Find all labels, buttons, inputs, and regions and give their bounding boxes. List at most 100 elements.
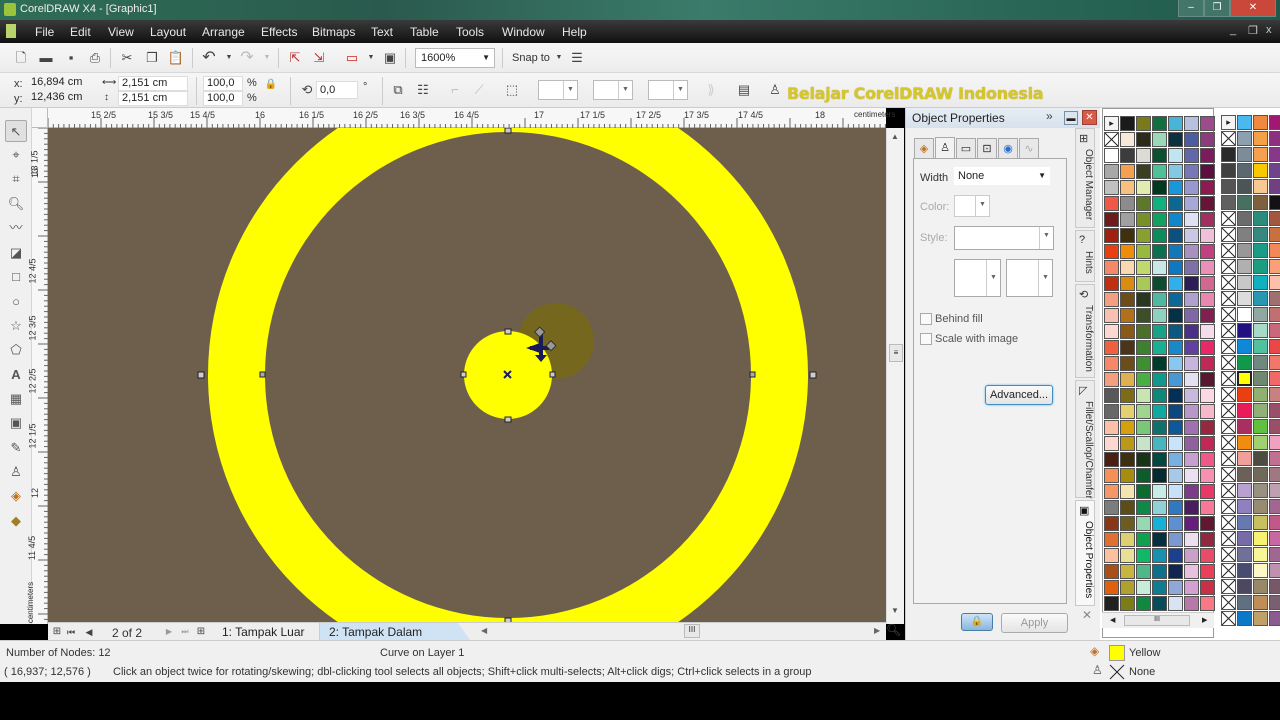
color-swatch[interactable] (1152, 116, 1167, 131)
menu-tools[interactable]: Tools (456, 25, 484, 39)
apply-button[interactable]: Apply (1001, 613, 1068, 633)
color-swatch[interactable] (1184, 420, 1199, 435)
color-swatch[interactable] (1200, 260, 1215, 275)
mirror-horizontal-icon[interactable]: ⧉ (389, 81, 407, 99)
color-swatch[interactable] (1184, 436, 1199, 451)
curve-tab[interactable]: ∿ (1019, 138, 1039, 159)
color-swatch[interactable] (1237, 451, 1252, 466)
menu-window[interactable]: Window (502, 25, 545, 39)
color-swatch[interactable] (1136, 276, 1151, 291)
wrap-text-icon[interactable]: ⟫ (702, 81, 720, 99)
color-swatch[interactable] (1120, 436, 1135, 451)
shape-tool-icon[interactable]: ⌖ (5, 144, 27, 166)
color-swatch[interactable] (1200, 228, 1215, 243)
color-swatch[interactable] (1253, 355, 1268, 370)
color-swatch[interactable] (1184, 340, 1199, 355)
color-swatch[interactable] (1104, 452, 1119, 467)
color-swatch[interactable] (1152, 452, 1167, 467)
color-swatch[interactable] (1104, 308, 1119, 323)
color-swatch[interactable] (1152, 596, 1167, 611)
cut-icon[interactable]: ✂ (118, 49, 136, 67)
color-swatch[interactable] (1237, 419, 1252, 434)
menu-table[interactable]: Table (410, 25, 439, 39)
color-swatch[interactable] (1168, 356, 1183, 371)
color-swatch[interactable] (1200, 308, 1215, 323)
fill-tab[interactable]: ◈ (914, 138, 934, 159)
outline-width-dropdown[interactable]: None ▼ (954, 167, 1050, 185)
first-page-icon[interactable]: ⏮ (62, 623, 80, 641)
no-color-swatch[interactable] (1221, 323, 1236, 338)
paste-icon[interactable]: 📋 (167, 49, 185, 67)
color-swatch[interactable] (1253, 547, 1268, 562)
docker-tab-object-properties[interactable]: ▣ Object Properties (1075, 500, 1095, 606)
no-color-swatch[interactable] (1221, 547, 1236, 562)
color-swatch[interactable] (1104, 228, 1119, 243)
color-swatch[interactable] (1269, 563, 1280, 578)
color-swatch[interactable] (1104, 356, 1119, 371)
color-swatch[interactable] (1253, 467, 1268, 482)
close-docker-tabs-icon[interactable]: ✕ (1082, 608, 1092, 622)
scale-x-field[interactable]: 100,0 (203, 76, 243, 91)
color-swatch[interactable] (1120, 292, 1135, 307)
color-swatch[interactable] (1152, 564, 1167, 579)
color-swatch[interactable] (1168, 580, 1183, 595)
color-swatch[interactable] (1152, 276, 1167, 291)
color-swatch[interactable] (1104, 164, 1119, 179)
color-swatch[interactable] (1184, 548, 1199, 563)
color-swatch[interactable] (1184, 404, 1199, 419)
redo-icon[interactable]: ↷ (238, 49, 256, 67)
color-swatch[interactable] (1253, 371, 1268, 386)
color-swatch[interactable] (1269, 115, 1280, 130)
no-color-swatch[interactable] (1221, 371, 1236, 386)
no-color-swatch[interactable] (1221, 403, 1236, 418)
color-swatch[interactable] (1104, 324, 1119, 339)
color-swatch[interactable] (1184, 180, 1199, 195)
color-swatch[interactable] (1237, 115, 1252, 130)
color-swatch[interactable] (1120, 164, 1135, 179)
color-swatch[interactable] (1168, 324, 1183, 339)
color-swatch[interactable] (1136, 164, 1151, 179)
color-swatch[interactable] (1120, 596, 1135, 611)
color-swatch[interactable] (1200, 356, 1215, 371)
color-swatch[interactable] (1253, 275, 1268, 290)
color-swatch[interactable] (1168, 388, 1183, 403)
color-swatch[interactable] (1269, 195, 1280, 210)
snap-dropdown-icon[interactable]: ▼ (550, 49, 568, 67)
color-swatch[interactable] (1269, 131, 1280, 146)
color-swatch[interactable] (1184, 164, 1199, 179)
color-swatch[interactable] (1120, 308, 1135, 323)
color-swatch[interactable] (1184, 372, 1199, 387)
advanced-button[interactable]: Advanced... (985, 385, 1053, 405)
no-color-swatch[interactable] (1221, 227, 1236, 242)
color-swatch[interactable] (1152, 196, 1167, 211)
color-swatch[interactable] (1184, 148, 1199, 163)
color-swatch[interactable] (1152, 356, 1167, 371)
palette-scroll-left-icon[interactable]: ◀ (1110, 616, 1115, 624)
minimize-docker-button[interactable]: ▬ (1064, 111, 1078, 125)
menu-layout[interactable]: Layout (150, 25, 186, 39)
color-swatch[interactable] (1136, 340, 1151, 355)
no-color-swatch[interactable] (1221, 355, 1236, 370)
outline-pen-icon[interactable]: ♙ (766, 81, 784, 99)
color-swatch[interactable] (1136, 244, 1151, 259)
color-swatch[interactable] (1152, 260, 1167, 275)
color-swatch[interactable] (1237, 435, 1252, 450)
color-swatch[interactable] (1136, 308, 1151, 323)
color-swatch[interactable] (1104, 212, 1119, 227)
color-swatch[interactable] (1253, 195, 1268, 210)
basic-shapes-tool-icon[interactable]: ⬠ (5, 339, 27, 361)
color-swatch[interactable] (1120, 132, 1135, 147)
lock-settings-icon[interactable]: 🔒 (961, 613, 993, 631)
color-swatch[interactable] (1120, 212, 1135, 227)
end-arrow-dropdown[interactable]: ▼ (648, 80, 688, 100)
ruler-corner[interactable] (32, 108, 48, 128)
color-swatch[interactable] (1269, 515, 1280, 530)
color-swatch[interactable] (1221, 179, 1236, 194)
options-icon[interactable]: ☰ (568, 49, 586, 67)
save-icon[interactable]: ▪ (62, 49, 80, 67)
color-swatch[interactable] (1104, 500, 1119, 515)
menu-bitmaps[interactable]: Bitmaps (312, 25, 355, 39)
color-swatch[interactable] (1152, 132, 1167, 147)
horizontal-scroll-thumb[interactable]: III (684, 624, 700, 638)
color-swatch[interactable] (1200, 388, 1215, 403)
